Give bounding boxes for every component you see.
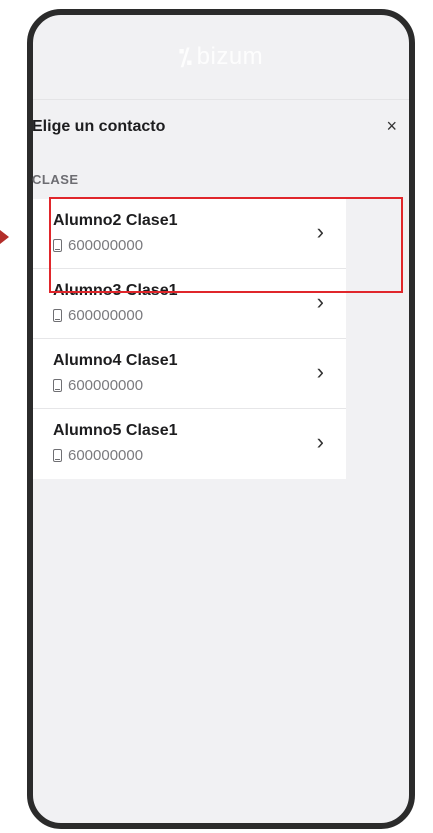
contact-item[interactable]: Alumno5 Clase1 600000000 › — [33, 409, 346, 479]
mobile-phone-icon — [53, 239, 62, 252]
contact-name: Alumno5 Clase1 — [53, 422, 178, 439]
chevron-right-icon: › — [316, 289, 324, 314]
brand-logo: ⁒ bizum — [179, 43, 263, 72]
app-header: ⁒ bizum — [33, 15, 409, 100]
chevron-right-icon: › — [316, 359, 324, 384]
contact-list: Alumno2 Clase1 600000000 › Alumno3 Clase… — [33, 199, 346, 479]
contact-name: Alumno4 Clase1 — [53, 352, 178, 369]
contact-phone: 600000000 — [53, 377, 143, 394]
contact-phone: 600000000 — [53, 307, 143, 324]
mobile-phone-icon — [53, 309, 62, 322]
contact-name: Alumno2 Clase1 — [53, 212, 178, 229]
mobile-phone-icon — [53, 449, 62, 462]
contact-item[interactable]: Alumno2 Clase1 600000000 › — [33, 199, 346, 269]
contact-phone-number: 600000000 — [68, 377, 144, 394]
pointer-arrow-icon — [0, 230, 9, 244]
contact-item[interactable]: Alumno3 Clase1 600000000 › — [33, 269, 346, 339]
contact-phone-number: 600000000 — [68, 237, 144, 254]
chevron-right-icon: › — [316, 219, 324, 244]
screen: ⁒ bizum Elige un contacto × CLASE Alumno… — [0, 0, 433, 833]
contact-phone-number: 600000000 — [68, 307, 144, 324]
contact-phone: 600000000 — [53, 237, 143, 254]
brand-name: bizum — [196, 43, 264, 70]
contact-phone: 600000000 — [53, 447, 143, 464]
close-icon[interactable]: × — [386, 116, 397, 137]
contact-name: Alumno3 Clase1 — [53, 282, 178, 299]
contact-phone-number: 600000000 — [68, 447, 144, 464]
bizum-logo-icon: ⁒ — [178, 43, 193, 71]
contact-item[interactable]: Alumno4 Clase1 600000000 › — [33, 339, 346, 409]
sheet-title: Elige un contacto — [32, 118, 166, 135]
section-label: CLASE — [32, 172, 79, 187]
chevron-right-icon: › — [316, 429, 324, 454]
mobile-phone-icon — [53, 379, 62, 392]
